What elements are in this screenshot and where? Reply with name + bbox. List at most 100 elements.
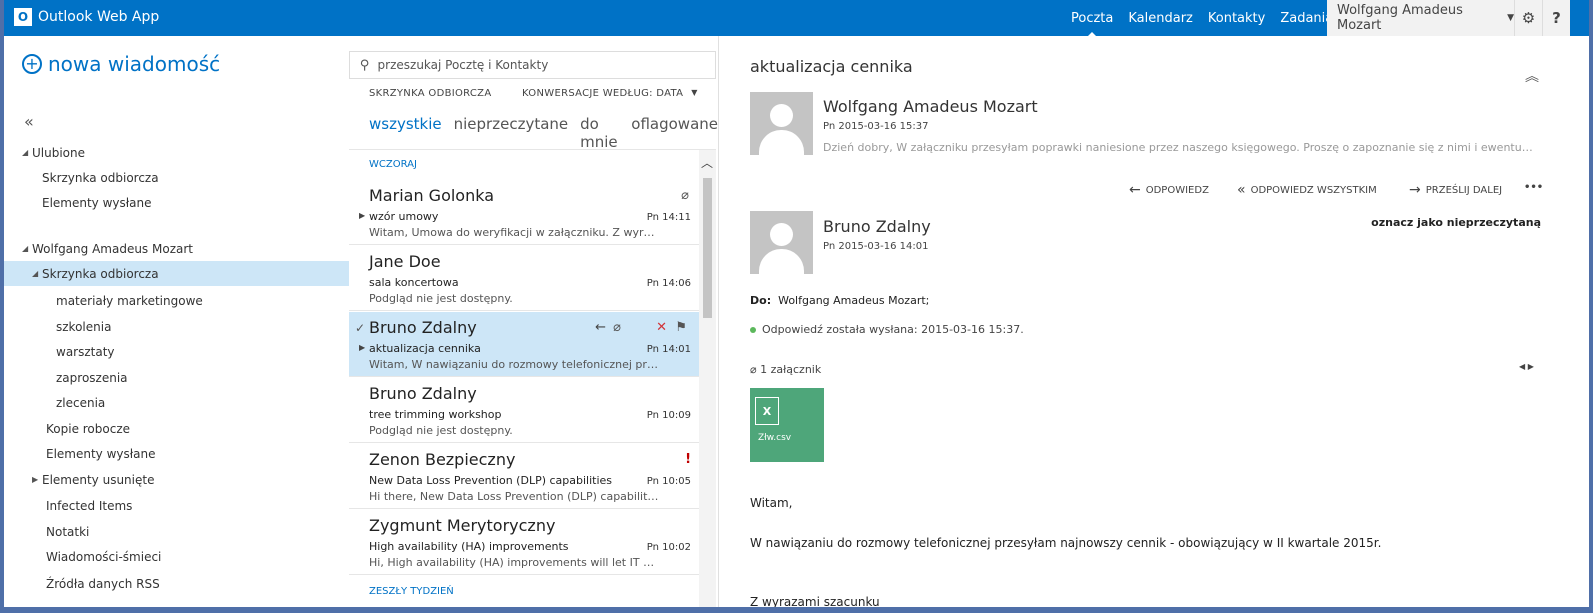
folder-invitations[interactable]: zaproszenia (4, 365, 349, 390)
list-item[interactable]: Jane Doe sala koncertowa Pn 14:06 Podglą… (349, 246, 699, 311)
attachment-name: Złw.csv (758, 433, 792, 443)
checkmark-icon[interactable]: ✓ (355, 321, 365, 335)
paperclip-icon: ⌀ (750, 363, 757, 376)
recipients: Do: Wolfgang Amadeus Mozart; (750, 294, 929, 307)
favorites-header[interactable]: ◢ Ulubione (4, 140, 349, 165)
paperclip-icon: ⌀ (681, 188, 689, 203)
mark-unread-link[interactable]: oznacz jako nieprzeczytaną (1371, 216, 1541, 229)
collapse-pane-icon[interactable]: « (24, 112, 34, 131)
filter-all[interactable]: wszystkie (369, 115, 442, 151)
group-last-week: ZESZŁY TYDZIEŃ (369, 586, 454, 597)
attachment-count: ⌀ 1 załącznik (750, 363, 822, 376)
message-list: WCZORAJ Marian Golonka ⌀ ▶ wzór umowy Pn… (349, 149, 716, 607)
body-greeting: Witam, (750, 496, 793, 510)
scroll-thumb[interactable] (703, 178, 712, 318)
reply-icon: ← (1129, 182, 1141, 198)
filter-unread[interactable]: nieprzeczytane (454, 115, 569, 151)
message1-date: Pn 2015-03-16 15:37 (823, 121, 929, 132)
folder-orders[interactable]: zlecenia (4, 390, 349, 415)
nav-mail[interactable]: Poczta (1071, 11, 1113, 38)
app-title: Outlook Web App (38, 9, 160, 25)
folder-pane: + nowa wiadomość « ◢ Ulubione Skrzynka o… (4, 36, 349, 607)
message1-sender[interactable]: Wolfgang Amadeus Mozart (823, 97, 1038, 116)
triangle-down-icon: ◢ (22, 148, 29, 157)
message2-date: Pn 2015-03-16 14:01 (823, 241, 929, 252)
conversation-title: aktualizacja cennika (750, 57, 913, 76)
folder-junk[interactable]: Wiadomości-śmieci (4, 544, 349, 569)
reply-button[interactable]: ← ODPOWIEDZ (1129, 182, 1209, 198)
folder-marketing[interactable]: materiały marketingowe (4, 288, 349, 313)
list-scrollbar[interactable]: ︿ (699, 150, 716, 607)
plus-icon: + (22, 54, 42, 74)
outlook-icon: O (14, 8, 32, 26)
to-value[interactable]: Wolfgang Amadeus Mozart; (778, 294, 929, 307)
user-name: Wolfgang Amadeus Mozart (1337, 3, 1463, 33)
folder-rss[interactable]: Źródła danych RSS (4, 571, 349, 596)
folder-infected[interactable]: Infected Items (4, 493, 349, 518)
favorite-sent[interactable]: Elementy wysłane (4, 190, 349, 215)
folder-notes[interactable]: Notatki (4, 519, 349, 544)
filter-to-me[interactable]: do mnie (580, 115, 619, 151)
triangle-right-icon[interactable]: ▶ (359, 343, 365, 352)
delete-icon[interactable]: ✕ (656, 320, 667, 335)
message-list-pane: ⚲ przeszukaj Pocztę i Kontakty SKRZYNKA … (349, 36, 719, 607)
avatar (750, 211, 813, 274)
user-menu[interactable]: Wolfgang Amadeus Mozart ▼ (1327, 0, 1514, 36)
flag-icon[interactable]: ⚑ (675, 320, 687, 335)
chevron-left-icon[interactable]: ◀ (1519, 362, 1525, 371)
sort-dropdown[interactable]: KONWERSACJE WEDŁUG: DATA ▼ (522, 88, 698, 99)
folder-label: SKRZYNKA ODBIORCZA (369, 88, 492, 99)
gear-icon[interactable]: ⚙ (1514, 0, 1542, 36)
reply-arrow-icon: ← (595, 320, 606, 335)
folder-drafts[interactable]: Kopie robocze (4, 416, 349, 441)
help-icon[interactable]: ? (1542, 0, 1570, 36)
triangle-down-icon: ▼ (691, 88, 698, 97)
forward-button[interactable]: → PRZEŚLIJ DALEJ (1409, 182, 1502, 198)
message2-sender[interactable]: Bruno Zdalny (823, 217, 931, 236)
body-text: W nawiązaniu do rozmowy telefonicznej pr… (750, 536, 1382, 550)
folder-training[interactable]: szkolenia (4, 314, 349, 339)
chevron-right-icon[interactable]: ▶ (1528, 362, 1534, 371)
more-actions-button[interactable]: ••• (1524, 182, 1543, 193)
forward-icon: → (1409, 182, 1421, 198)
high-importance-icon: ! (685, 452, 691, 467)
filter-flagged[interactable]: oflagowane (631, 115, 718, 151)
nav-contacts[interactable]: Kontakty (1208, 11, 1265, 26)
filter-tabs: wszystkie nieprzeczytane do mnie oflagow… (369, 115, 718, 151)
folder-inbox[interactable]: ◢ Skrzynka odbiorcza (4, 261, 349, 286)
favorite-inbox[interactable]: Skrzynka odbiorcza (4, 165, 349, 190)
list-item[interactable]: Bruno Zdalny tree trimming workshop Pn 1… (349, 378, 699, 443)
new-message-label: nowa wiadomość (48, 52, 221, 76)
search-icon: ⚲ (360, 57, 370, 73)
new-message-button[interactable]: + nowa wiadomość (22, 52, 220, 76)
chevron-down-icon: ▼ (1507, 13, 1514, 23)
excel-icon: X (755, 397, 779, 425)
attachment-nav: ◀ ▶ (1519, 362, 1534, 371)
scroll-up-icon[interactable]: ︿ (701, 154, 713, 171)
triangle-down-icon: ◢ (32, 269, 39, 278)
list-item-selected[interactable]: ✓ Bruno Zdalny ← ⌀ ✕ ⚑ ▶ aktualizacja ce… (349, 312, 699, 377)
avatar (750, 92, 813, 155)
app-logo[interactable]: O Outlook Web App (14, 8, 159, 26)
reply-all-button[interactable]: « ODPOWIEDZ WSZYSTKIM (1237, 182, 1377, 198)
top-bar: O Outlook Web App Poczta Kalendarz Konta… (4, 0, 1589, 38)
status-dot-icon (750, 326, 756, 333)
reply-status: Odpowiedź została wysłana: 2015-03-16 15… (750, 323, 1024, 336)
body-signature: Z wyrazami szacunku (750, 595, 880, 609)
list-item[interactable]: Zygmunt Merytoryczny High availability (… (349, 510, 699, 575)
folder-sent[interactable]: Elementy wysłane (4, 441, 349, 466)
account-header[interactable]: ◢ Wolfgang Amadeus Mozart (4, 236, 349, 261)
folder-workshops[interactable]: warsztaty (4, 339, 349, 364)
nav-calendar[interactable]: Kalendarz (1128, 11, 1193, 26)
collapse-up-icon[interactable]: ︽ (1525, 66, 1539, 86)
list-item[interactable]: Zenon Bezpieczny ! New Data Loss Prevent… (349, 444, 699, 509)
nav-tasks[interactable]: Zadania (1280, 11, 1333, 26)
to-label: Do: (750, 294, 772, 307)
message1-preview[interactable]: Dzień dobry, W załączniku przesyłam popr… (823, 141, 1539, 154)
triangle-down-icon: ◢ (22, 244, 29, 253)
triangle-right-icon[interactable]: ▶ (359, 211, 365, 220)
list-item[interactable]: Marian Golonka ⌀ ▶ wzór umowy Pn 14:11 W… (349, 180, 699, 245)
folder-deleted[interactable]: ▶ Elementy usunięte (4, 467, 349, 492)
search-input[interactable]: ⚲ przeszukaj Pocztę i Kontakty (349, 51, 716, 79)
attachment-tile[interactable]: X Złw.csv (750, 388, 824, 462)
